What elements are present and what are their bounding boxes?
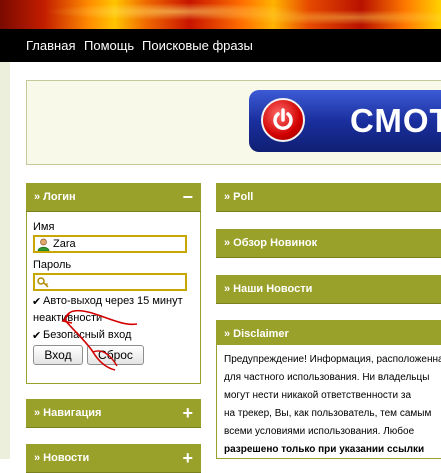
disclaimer-text-line: могут нести никакой ответственности за (224, 390, 412, 401)
navigation-panel-title: » Навигация (34, 407, 102, 419)
nav-help-link[interactable]: Помощь (84, 38, 134, 53)
ad-banner[interactable]: СМОТ (249, 90, 441, 152)
disclaimer-panel-body: Предупреждение! Информация, расположенна… (216, 345, 441, 459)
username-label: Имя (33, 221, 55, 233)
disclaimer-text-line: Предупреждение! Информация, расположенна… (224, 354, 441, 365)
password-input[interactable] (33, 273, 187, 291)
key-icon (37, 277, 49, 288)
left-page-strip (0, 62, 10, 459)
disclaimer-text-line: на трекер, Вы, как пользователь, тем сам… (224, 408, 432, 419)
red-annotation-scribble (61, 309, 138, 371)
power-icon (261, 98, 305, 142)
our-news-panel-header[interactable]: » Наши Новости (216, 275, 441, 304)
new-releases-panel-header[interactable]: » Обзор Новинок (216, 229, 441, 258)
disclaimer-panel-title: » Disclaimer (224, 328, 289, 340)
nav-home-link[interactable]: Главная (26, 38, 75, 53)
password-label: Пароль (33, 259, 72, 271)
nav-search-phrases-link[interactable]: Поисковые фразы (142, 38, 253, 53)
expand-icon[interactable]: + (182, 404, 193, 422)
disclaimer-text-line: разрешено только при указании ссылки (224, 444, 425, 455)
expand-icon[interactable]: + (182, 449, 193, 467)
poll-panel-title: » Poll (224, 191, 254, 203)
disclaimer-text-line: для частного использования. Ни владельцы (224, 372, 430, 383)
login-panel-title: » Логин (34, 191, 76, 203)
username-value: Zara (53, 238, 76, 250)
user-icon (37, 238, 50, 251)
collapse-icon[interactable]: − (182, 188, 193, 206)
new-releases-panel-title: » Обзор Новинок (224, 237, 318, 249)
top-navbar: Главная Помощь Поисковые фразы (0, 29, 441, 62)
auto-logout-checkbox[interactable]: ✔ (32, 295, 41, 308)
news-panel-title: » Новости (34, 452, 90, 464)
login-panel-header[interactable]: » Логин − (26, 183, 201, 212)
our-news-panel-title: » Наши Новости (224, 283, 313, 295)
header-artwork (0, 0, 441, 29)
secure-login-checkbox[interactable]: ✔ (32, 329, 41, 342)
navigation-panel-header[interactable]: » Навигация + (26, 399, 201, 428)
username-input[interactable]: Zara (33, 235, 187, 253)
poll-panel-header[interactable]: » Poll (216, 183, 441, 212)
disclaimer-text-line: всеми условиями использования. Любое (224, 426, 415, 437)
ad-text: СМОТ (350, 102, 441, 139)
